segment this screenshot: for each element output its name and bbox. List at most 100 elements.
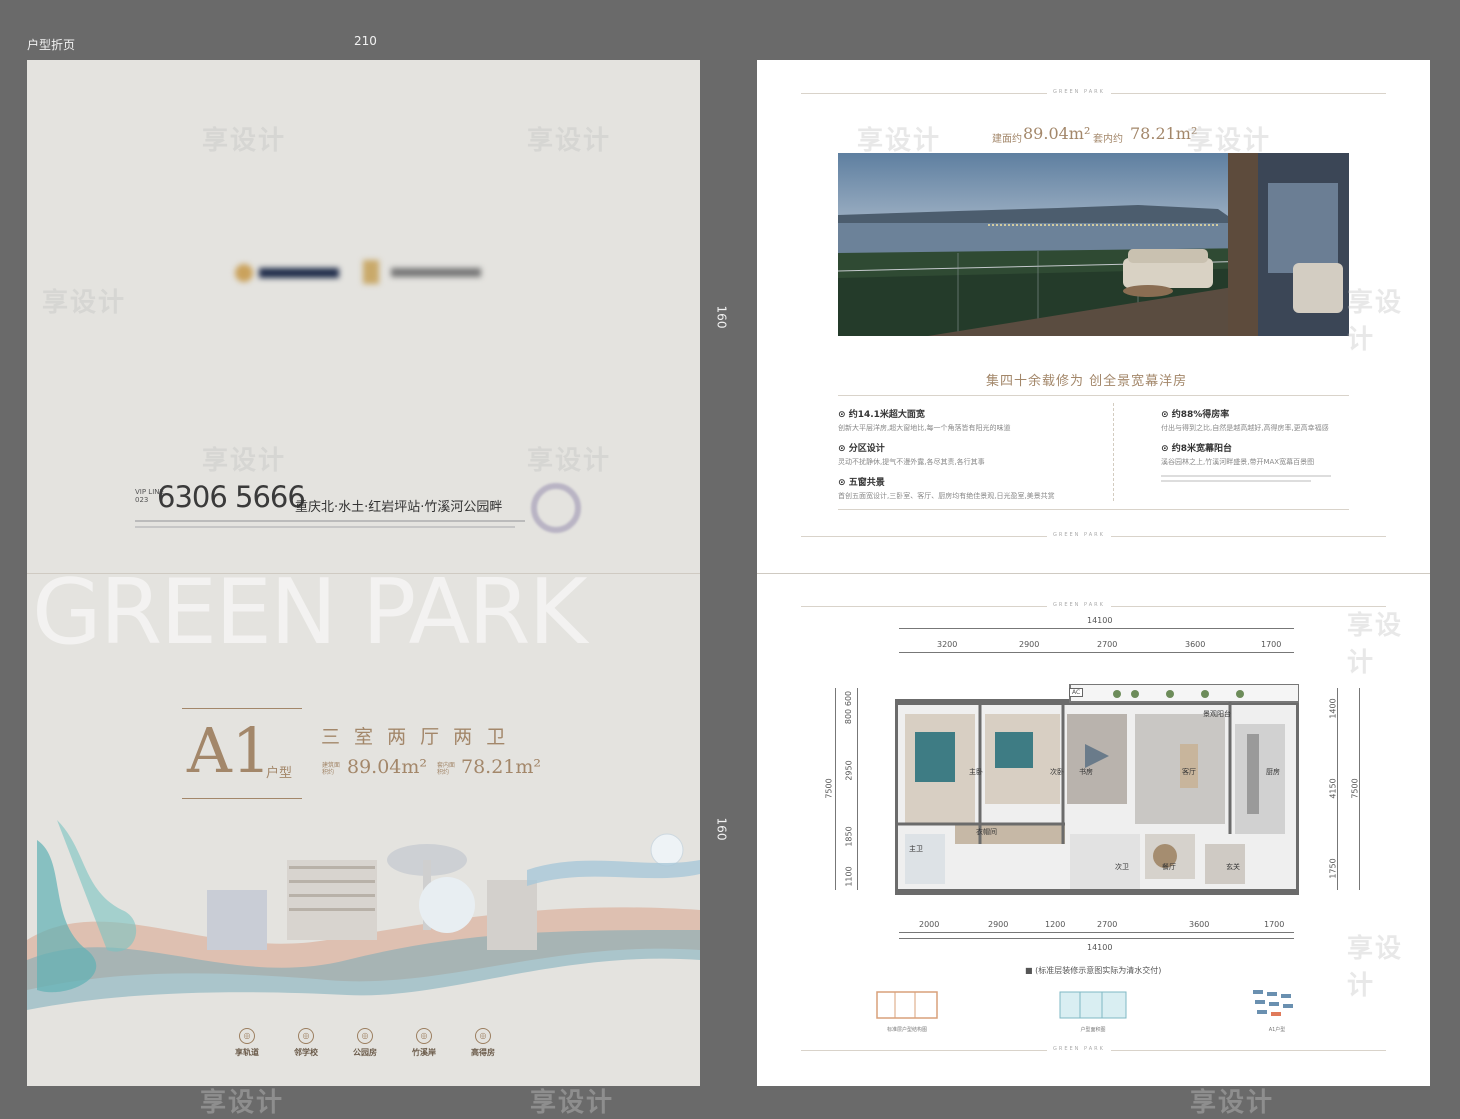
features-rule-bottom (838, 509, 1349, 510)
canvas-label: 户型折页 (27, 38, 76, 52)
dim-line-left (857, 688, 858, 890)
city-illustration (27, 820, 700, 1010)
dim-bottom: 1200 (1045, 920, 1066, 929)
feature-block: ⊙ 分区设计 灵动不扰静休,提气不漫外露,各尽其责,各行其事 (838, 441, 1108, 467)
watermark: 享设计 (530, 1088, 615, 1118)
feature-block: ⊙ 五窗共景 首创五面宽设计,三卧室、客厅、厨房均有绝佳景观,日光盈室,美景共赏 (838, 475, 1108, 501)
big-brand-text: GREEN PARK (32, 560, 588, 665)
feature-label: 高得房 (471, 1048, 495, 1057)
dim-top-total: 14100 (1087, 616, 1113, 625)
feature-label: 竹溪岸 (412, 1048, 436, 1057)
room-balcony: 景观阳台 (1203, 710, 1231, 718)
watermark: 享设计 (200, 1088, 285, 1118)
room-master-bedroom: 主卧 (969, 768, 983, 776)
dim-bottom-total: 14100 (1087, 943, 1113, 952)
balcony-photo (838, 153, 1349, 336)
site-plan-thumbnail (1253, 990, 1293, 1016)
area-plan-thumbnail (1059, 991, 1127, 1019)
structure-plan-thumbnail (876, 991, 938, 1019)
plan-footer-mark: GREEN PARK (1047, 1046, 1111, 1052)
unit-frame-top (182, 708, 302, 709)
built-area-value: 89.04m² (347, 756, 428, 778)
feature-row: ◎ 享轨道 ◎ 邻学校 ◎ 公园房 ◎ 竹溪岸 ◎ 高得房 (232, 1028, 498, 1058)
dim-top: 2900 (1019, 640, 1040, 649)
watermark: 享设计 (202, 446, 287, 476)
features-divider (1113, 403, 1115, 501)
header-mark: GREEN PARK (1047, 89, 1111, 95)
feature-label: 公园房 (353, 1048, 377, 1057)
dim-bottom: 1700 (1264, 920, 1285, 929)
fine-print-line (1161, 480, 1311, 482)
plan-header-mark: GREEN PARK (1047, 602, 1111, 608)
project-logo (363, 258, 493, 286)
watermark: 享设计 (1187, 126, 1272, 156)
dim-top: 2700 (1097, 640, 1118, 649)
feature-item: ◎ 公园房 (350, 1028, 380, 1058)
unit-layout: 三 室 两 厅 两 卫 (321, 726, 510, 748)
dim-bottom: 3600 (1189, 920, 1210, 929)
dim-left: 600 (844, 690, 854, 707)
thumbnail-label: 户型面积图 (1080, 1027, 1106, 1033)
watermark: 享设计 (1347, 611, 1404, 678)
location-text: 重庆北·水土·红岩坪站·竹溪河公园畔 (295, 500, 503, 515)
watermark: 享设计 (1190, 1088, 1275, 1118)
features-right: ⊙ 约88%得房率 付出与得到之比,自然是越高越好,高得房率,更高幸福感 ⊙ 约… (1161, 407, 1361, 482)
dim-left-total: 7500 (824, 778, 834, 799)
dim-top: 3600 (1185, 640, 1206, 649)
park-icon: ◎ (357, 1028, 373, 1044)
ac-label: AC (1069, 688, 1084, 697)
room-dining: 餐厅 (1162, 863, 1176, 871)
thumbnail-structure: 标准层户型结构图 (867, 988, 947, 1033)
feature-block: ⊙ 约8米宽幕阳台 溪谷园林之上,竹溪河畔盛景,带开MAX宽幕百景图 (1161, 441, 1361, 467)
watermark: 享设计 (1347, 288, 1404, 355)
watermark: 享设计 (527, 446, 612, 476)
dim-left: 1100 (844, 866, 854, 887)
dim-right: 4150 (1328, 778, 1338, 799)
house-icon: ◎ (475, 1028, 491, 1044)
feature-text: 首创五面宽设计,三卧室、客厅、厨房均有绝佳景观,日光盈室,美景共赏 (838, 492, 1055, 500)
dim-line-bottom-total (899, 938, 1294, 939)
feature-title: ⊙ 约14.1米超大面宽 (838, 410, 925, 420)
height-label-bottom: 160 (714, 817, 729, 841)
watermark: 享设计 (857, 126, 942, 156)
thumbnail-label: 标准层户型结构图 (886, 1027, 927, 1033)
built-area-line-label: 建面约 (992, 134, 1022, 145)
room-closet: 衣帽间 (976, 828, 997, 836)
unit-code: A1 (187, 714, 272, 787)
plan-note: ■ (标准层装修示意图实际为清水交付) (1025, 966, 1162, 975)
unit-suffix: 户型 (266, 766, 293, 781)
river-icon: ◎ (416, 1028, 432, 1044)
watermark: 享设计 (1347, 934, 1404, 1001)
built-area-line-value: 89.04m² (1023, 124, 1091, 143)
thumbnail-label: A1户型 (1268, 1027, 1286, 1033)
fold-line (757, 573, 1430, 574)
dim-bottom: 2700 (1097, 920, 1118, 929)
disclaimer-line (135, 526, 515, 528)
feature-title: ⊙ 约8米宽幕阳台 (1161, 444, 1232, 454)
watermark: 享设计 (42, 288, 127, 318)
slogan: 集四十余载修为 创全景宽幕洋房 (986, 374, 1188, 389)
dim-line-top-total (899, 628, 1294, 629)
dim-right-total: 7500 (1350, 778, 1360, 799)
dim-bottom: 2900 (988, 920, 1009, 929)
feature-block: ⊙ 约14.1米超大面宽 创新大平层洋房,超大窗地比,每一个角落皆有阳光的味道 (838, 407, 1108, 433)
inner-area-value: 78.21m² (461, 756, 542, 778)
feature-label: 享轨道 (235, 1048, 259, 1057)
room-living: 客厅 (1182, 768, 1196, 776)
dim-left: 1850 (844, 826, 854, 847)
feature-text: 溪谷园林之上,竹溪河畔盛景,带开MAX宽幕百景图 (1161, 458, 1315, 466)
metro-icon: ◎ (239, 1028, 255, 1044)
left-page: 享设计 享设计 享设计 享设计 享设计 VIP LINE 023 6306 56… (27, 60, 700, 1086)
right-page: GREEN PARK 建面约 89.04m² 套内约 78.21m² 集四十余载… (757, 60, 1430, 1086)
school-icon: ◎ (298, 1028, 314, 1044)
feature-text: 付出与得到之比,自然是越高越好,高得房率,更高幸福感 (1161, 424, 1329, 432)
dim-top: 3200 (937, 640, 958, 649)
dim-right: 1400 (1328, 698, 1338, 719)
dim-right: 1750 (1328, 858, 1338, 879)
unit-frame-bottom (182, 798, 302, 799)
room-second-bath: 次卫 (1115, 863, 1129, 871)
feature-text: 灵动不扰静休,提气不漫外露,各尽其责,各行其事 (838, 458, 985, 466)
disclaimer-line (135, 520, 525, 522)
dim-left: 2950 (844, 760, 854, 781)
feature-label: 邻学校 (294, 1048, 318, 1057)
